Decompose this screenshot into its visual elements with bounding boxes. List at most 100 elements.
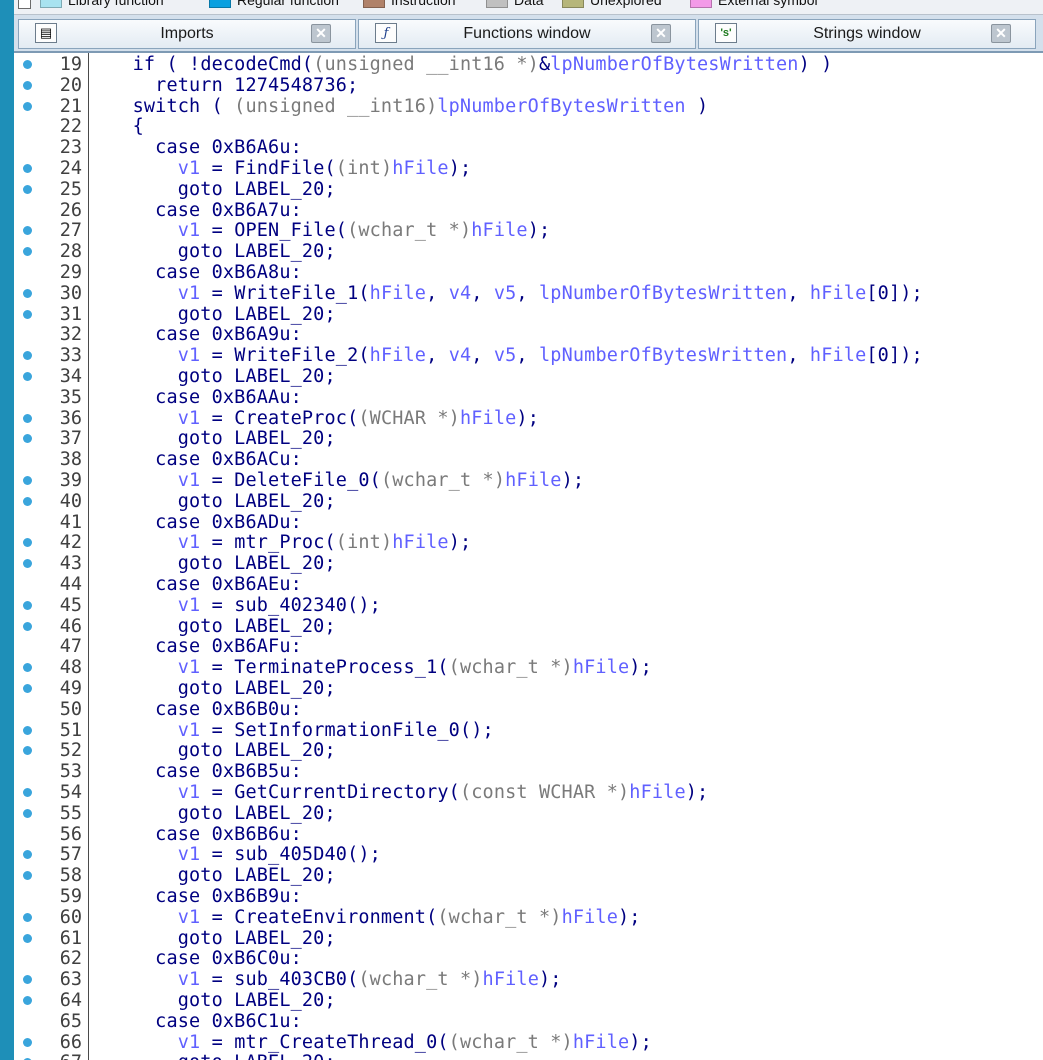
code-line[interactable]: 66 v1 = mtr_CreateThread_0((wchar_t *)hF… <box>14 1032 1043 1053</box>
close-icon[interactable]: ✕ <box>651 24 671 43</box>
breakpoint-dot-icon[interactable] <box>23 80 32 90</box>
code-line[interactable]: 41 case 0xB6ADu: <box>14 512 1043 533</box>
code-line[interactable]: 34 goto LABEL_20; <box>14 366 1043 387</box>
code-line[interactable]: 24 v1 = FindFile((int)hFile); <box>14 158 1043 179</box>
close-icon[interactable]: ✕ <box>991 24 1011 43</box>
breakpoint-dot-icon[interactable] <box>23 413 32 423</box>
line-number: 52 <box>59 740 82 762</box>
code-line[interactable]: 37 goto LABEL_20; <box>14 428 1043 449</box>
breakpoint-dot-icon[interactable] <box>23 559 32 569</box>
breakpoint-dot-icon[interactable] <box>23 538 32 548</box>
legend-swatch <box>209 0 231 8</box>
code-line[interactable]: 48 v1 = TerminateProcess_1((wchar_t *)hF… <box>14 657 1043 678</box>
code-line[interactable]: 51 v1 = SetInformationFile_0(); <box>14 720 1043 741</box>
line-number: 38 <box>59 449 82 471</box>
code-line[interactable]: 65 case 0xB6C1u: <box>14 1011 1043 1032</box>
code-line[interactable]: 30 v1 = WriteFile_1(hFile, v4, v5, lpNum… <box>14 283 1043 304</box>
code-line[interactable]: 60 v1 = CreateEnvironment((wchar_t *)hFi… <box>14 907 1043 928</box>
code-line[interactable]: 26 case 0xB6A7u: <box>14 200 1043 221</box>
code-line[interactable]: 32 case 0xB6A9u: <box>14 324 1043 345</box>
pseudocode-view[interactable]: 19 if ( !decodeCmd((unsigned __int16 *)&… <box>14 53 1043 1060</box>
breakpoint-dot-icon[interactable] <box>23 663 32 673</box>
code-line[interactable]: 38 case 0xB6ACu: <box>14 449 1043 470</box>
code-line[interactable]: 59 case 0xB6B9u: <box>14 886 1043 907</box>
breakpoint-dot-icon[interactable] <box>23 933 32 943</box>
tab-functions-window[interactable]: ƒ Functions window ✕ <box>358 19 696 49</box>
legend-checkbox[interactable] <box>18 0 31 9</box>
breakpoint-dot-icon[interactable] <box>23 309 32 319</box>
code-line[interactable]: 55 goto LABEL_20; <box>14 803 1043 824</box>
code-line[interactable]: 44 case 0xB6AEu: <box>14 574 1043 595</box>
code-line[interactable]: 25 goto LABEL_20; <box>14 179 1043 200</box>
code-line[interactable]: 53 case 0xB6B5u: <box>14 761 1043 782</box>
code-line[interactable]: 19 if ( !decodeCmd((unsigned __int16 *)&… <box>14 54 1043 75</box>
code-line[interactable]: 61 goto LABEL_20; <box>14 928 1043 949</box>
breakpoint-dot-icon[interactable] <box>23 808 32 818</box>
breakpoint-dot-icon[interactable] <box>23 996 32 1005</box>
breakpoint-dot-icon[interactable] <box>23 496 32 506</box>
breakpoint-dot-icon[interactable] <box>23 226 32 236</box>
tab-strings-window[interactable]: 's' Strings window ✕ <box>698 19 1036 49</box>
breakpoint-dot-icon[interactable] <box>23 101 32 111</box>
code-line[interactable]: 21 switch ( (unsigned __int16)lpNumberOf… <box>14 96 1043 117</box>
breakpoint-dot-icon[interactable] <box>23 476 32 485</box>
line-number: 32 <box>59 324 82 346</box>
code-line[interactable]: 39 v1 = DeleteFile_0((wchar_t *)hFile); <box>14 470 1043 491</box>
code-line[interactable]: 46 goto LABEL_20; <box>14 616 1043 637</box>
breakpoint-dot-icon[interactable] <box>23 746 32 756</box>
code-line[interactable]: 43 goto LABEL_20; <box>14 553 1043 574</box>
tab-imports[interactable]: ▤ Imports ✕ <box>18 19 356 49</box>
breakpoint-dot-icon[interactable] <box>23 912 32 922</box>
breakpoint-dot-icon[interactable] <box>23 1037 32 1047</box>
breakpoint-dot-icon[interactable] <box>23 684 32 693</box>
breakpoint-dot-icon[interactable] <box>23 164 32 173</box>
code-line[interactable]: 27 v1 = OPEN_File((wchar_t *)hFile); <box>14 220 1043 241</box>
code-text: case 0xB6B5u: <box>110 761 302 782</box>
code-line[interactable]: 42 v1 = mtr_Proc((int)hFile); <box>14 532 1043 553</box>
code-line[interactable]: 56 case 0xB6B6u: <box>14 824 1043 845</box>
code-line[interactable]: 36 v1 = CreateProc((WCHAR *)hFile); <box>14 408 1043 429</box>
code-line[interactable]: 31 goto LABEL_20; <box>14 304 1043 325</box>
code-line[interactable]: 57 v1 = sub_405D40(); <box>14 844 1043 865</box>
code-line[interactable]: 22 { <box>14 116 1043 137</box>
code-line[interactable]: 49 goto LABEL_20; <box>14 678 1043 699</box>
breakpoint-dot-icon[interactable] <box>23 621 32 631</box>
code-token: , <box>471 345 494 367</box>
breakpoint-dot-icon[interactable] <box>23 871 32 881</box>
breakpoint-dot-icon[interactable] <box>23 60 32 69</box>
code-line[interactable]: 58 goto LABEL_20; <box>14 865 1043 886</box>
code-line[interactable]: 20 return 1274548736; <box>14 75 1043 96</box>
code-line[interactable]: 50 case 0xB6B0u: <box>14 699 1043 720</box>
code-line[interactable]: 52 goto LABEL_20; <box>14 740 1043 761</box>
close-icon[interactable]: ✕ <box>311 24 331 43</box>
code-line[interactable]: 40 goto LABEL_20; <box>14 491 1043 512</box>
code-token: ) <box>685 95 709 117</box>
breakpoint-dot-icon[interactable] <box>23 247 32 257</box>
breakpoint-dot-icon[interactable] <box>23 725 32 735</box>
breakpoint-dot-icon[interactable] <box>23 850 32 860</box>
code-line[interactable]: 54 v1 = GetCurrentDirectory((const WCHAR… <box>14 782 1043 803</box>
code-text: v1 = FindFile((int)hFile); <box>110 158 471 179</box>
code-line[interactable]: 62 case 0xB6C0u: <box>14 948 1043 969</box>
breakpoint-dot-icon[interactable] <box>23 372 32 381</box>
breakpoint-dot-icon[interactable] <box>23 184 32 194</box>
breakpoint-dot-icon[interactable] <box>23 434 32 444</box>
code-line[interactable]: 29 case 0xB6A8u: <box>14 262 1043 283</box>
code-text: v1 = mtr_Proc((int)hFile); <box>110 532 471 553</box>
code-line[interactable]: 28 goto LABEL_20; <box>14 241 1043 262</box>
code-line[interactable]: 47 case 0xB6AFu: <box>14 636 1043 657</box>
breakpoint-dot-icon[interactable] <box>23 351 32 361</box>
code-token: ( <box>358 345 370 367</box>
code-token: v1 <box>110 407 201 429</box>
code-line[interactable]: 45 v1 = sub_402340(); <box>14 595 1043 616</box>
breakpoint-dot-icon[interactable] <box>23 288 32 298</box>
code-line[interactable]: 64 goto LABEL_20; <box>14 990 1043 1011</box>
breakpoint-dot-icon[interactable] <box>23 788 32 797</box>
code-line[interactable]: 33 v1 = WriteFile_2(hFile, v4, v5, lpNum… <box>14 345 1043 366</box>
code-line[interactable]: 67 goto LABEL_20; <box>14 1052 1043 1060</box>
code-line[interactable]: 63 v1 = sub_403CB0((wchar_t *)hFile); <box>14 969 1043 990</box>
code-line[interactable]: 23 case 0xB6A6u: <box>14 137 1043 158</box>
breakpoint-dot-icon[interactable] <box>23 975 32 985</box>
code-line[interactable]: 35 case 0xB6AAu: <box>14 387 1043 408</box>
breakpoint-dot-icon[interactable] <box>23 600 32 610</box>
